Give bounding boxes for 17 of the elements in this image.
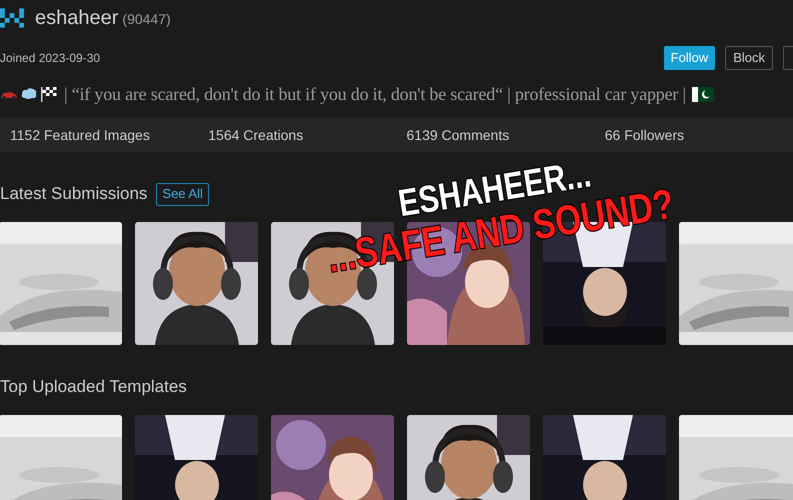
stat-link[interactable]: 6139 Comments (396, 124, 595, 146)
block-button[interactable]: Block (725, 46, 773, 70)
section-title: Latest Submissions (0, 183, 148, 206)
see-all-button[interactable]: See All (156, 182, 209, 206)
username: eshaheer (35, 6, 118, 31)
checkered-flag-icon (40, 86, 58, 102)
section-title: Top Uploaded Templates (0, 376, 187, 398)
stat-link[interactable]: 1564 Creations (198, 124, 396, 146)
profile-bio: | “if you are scared, don't do it but if you do it, don't be scared“ | professional car yapper | (64, 82, 686, 106)
joined-date: Joined 2023-09-30 (0, 50, 102, 67)
dash-cloud-icon (20, 87, 38, 101)
more-button[interactable] (783, 46, 793, 70)
flag-icon (692, 86, 714, 102)
stat-link[interactable]: 1152 Featured Images (0, 124, 198, 146)
points-count: (90447) (122, 10, 171, 29)
pixel-avatar-icon (0, 6, 24, 30)
stat-link[interactable]: 66 Followers (594, 124, 793, 146)
